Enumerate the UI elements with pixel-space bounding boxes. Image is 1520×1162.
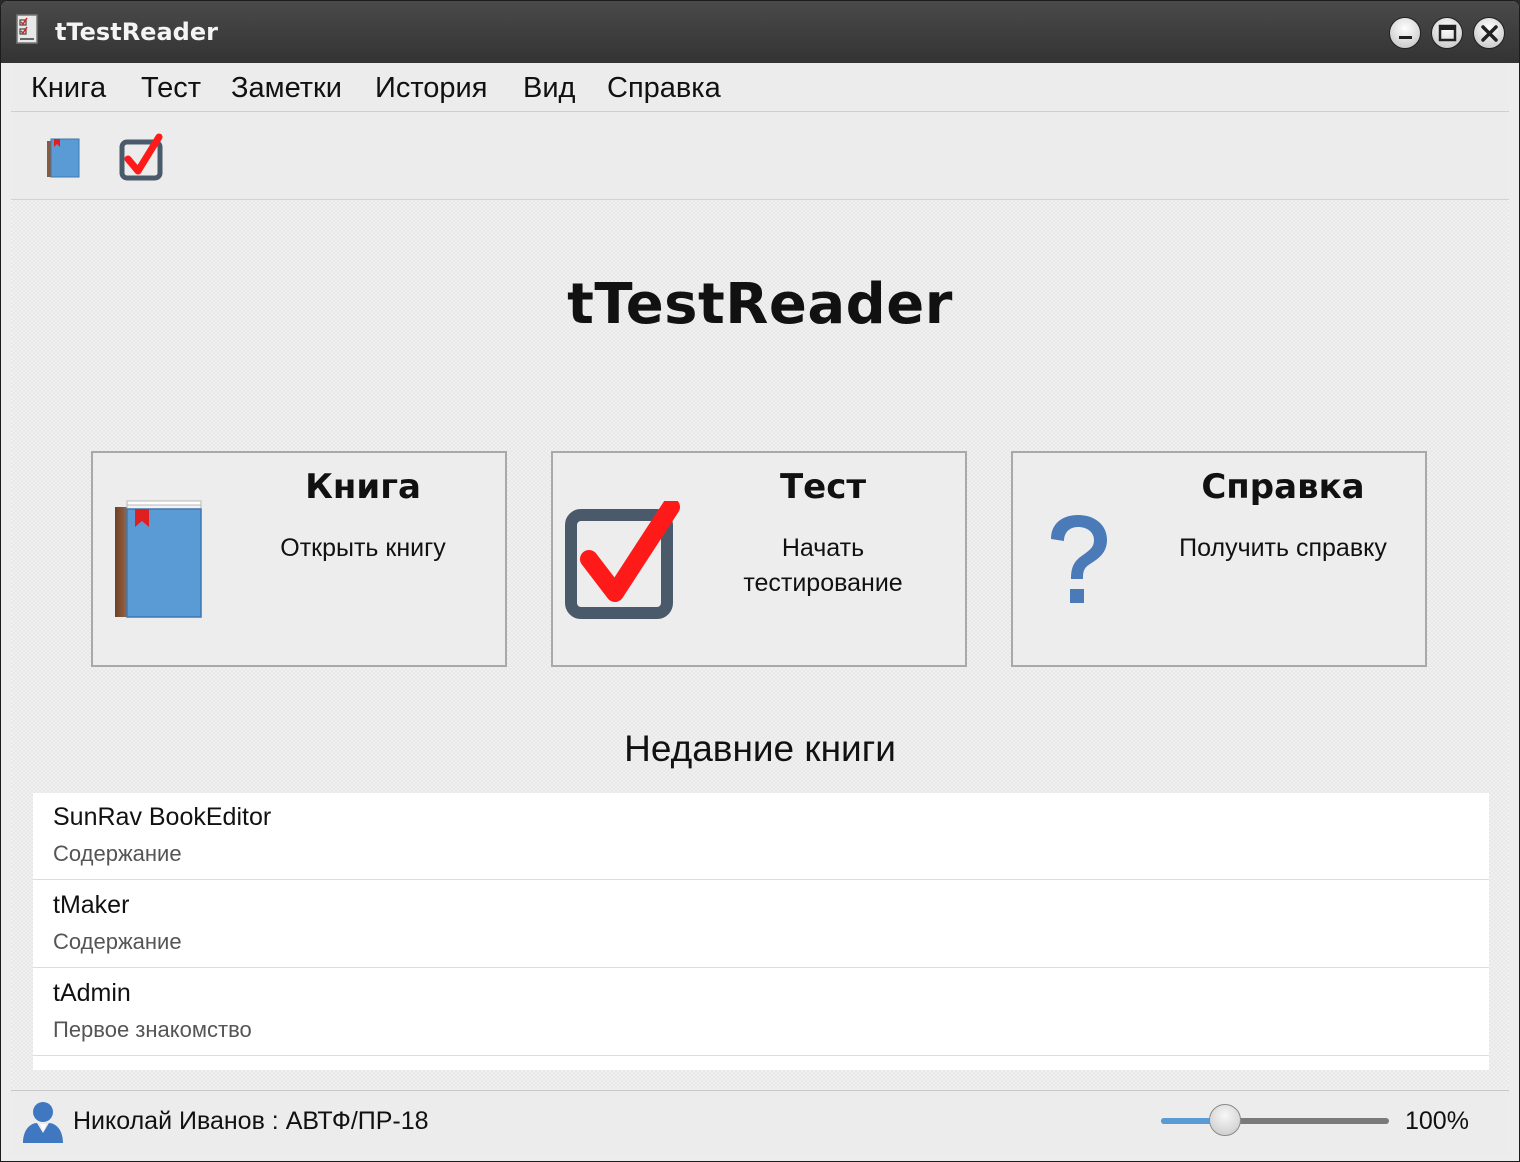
menu-history[interactable]: История: [375, 72, 487, 105]
checkbox-icon: [119, 133, 163, 181]
recent-book-name: SunRav BookEditor: [53, 803, 272, 831]
card-test-desc: Начать тестирование: [683, 531, 963, 601]
list-item[interactable]: tAdmin Первое знакомство: [33, 969, 1489, 1056]
recent-books-title: Недавние книги: [624, 728, 896, 769]
menu-book[interactable]: Книга: [31, 72, 106, 105]
toolbar: [11, 113, 1509, 200]
toolbar-test-button[interactable]: [115, 131, 167, 183]
recent-book-section: Содержание: [53, 929, 182, 954]
menu-view[interactable]: Вид: [523, 72, 575, 105]
card-help[interactable]: Справка Получить справку: [1011, 451, 1427, 667]
book-icon: [115, 500, 202, 618]
card-test-title: Тест: [779, 467, 867, 507]
close-icon: [1481, 25, 1498, 42]
page-title: tTestReader: [567, 272, 953, 337]
list-item[interactable]: SunRav BookEditor Содержание: [33, 793, 1489, 880]
card-test-desc-line1: Начать: [781, 534, 865, 562]
user-icon: [23, 1102, 63, 1143]
list-item[interactable]: tMaker Содержание: [33, 881, 1489, 968]
zoom-slider[interactable]: [1161, 1118, 1389, 1124]
recent-book-name: tMaker: [53, 891, 130, 919]
app-window: tTestReader Книга Тест Заметки История В…: [0, 0, 1520, 1162]
minimize-button[interactable]: [1389, 17, 1421, 49]
zoom-level: 100%: [1405, 1107, 1469, 1135]
start-page: tTestReader Книга Открыть книгу Тест Нач…: [11, 200, 1509, 1088]
menu-bar: Книга Тест Заметки История Вид Справка: [11, 63, 1509, 112]
app-icon: [16, 14, 38, 44]
client-area: Книга Тест Заметки История Вид Справка t…: [11, 63, 1509, 1156]
menu-notes[interactable]: Заметки: [231, 72, 342, 105]
card-book[interactable]: Книга Открыть книгу: [91, 451, 507, 667]
card-help-desc: Получить справку: [1179, 534, 1387, 562]
checkbox-icon: [565, 501, 680, 619]
recent-book-name: tAdmin: [53, 979, 131, 1007]
zoom-slider-thumb[interactable]: [1208, 1104, 1241, 1136]
card-test[interactable]: Тест Начать тестирование: [551, 451, 967, 667]
maximize-icon: [1438, 24, 1457, 42]
menu-help[interactable]: Справка: [607, 72, 721, 105]
recent-book-section: Первое знакомство: [53, 1017, 252, 1042]
minimize-icon: [1399, 36, 1412, 39]
close-button[interactable]: [1473, 17, 1505, 49]
recent-book-section: Содержание: [53, 841, 182, 866]
maximize-button[interactable]: [1431, 17, 1463, 49]
toolbar-book-button[interactable]: [37, 131, 89, 183]
card-help-title: Справка: [1201, 467, 1365, 507]
question-icon: [1051, 515, 1107, 603]
menu-test[interactable]: Тест: [141, 72, 201, 105]
recent-books-list: SunRav BookEditor Содержание tMaker Соде…: [33, 793, 1489, 1070]
window-title: tTestReader: [55, 18, 218, 46]
title-bar[interactable]: tTestReader: [1, 1, 1519, 63]
card-book-title: Книга: [305, 467, 421, 507]
book-icon: [47, 138, 80, 178]
user-info: Николай Иванов : АВТФ/ПР-18: [73, 1107, 429, 1135]
status-bar: Николай Иванов : АВТФ/ПР-18 100%: [11, 1090, 1509, 1156]
card-book-desc: Открыть книгу: [280, 534, 446, 562]
card-test-desc-line2: тестирование: [743, 569, 903, 597]
